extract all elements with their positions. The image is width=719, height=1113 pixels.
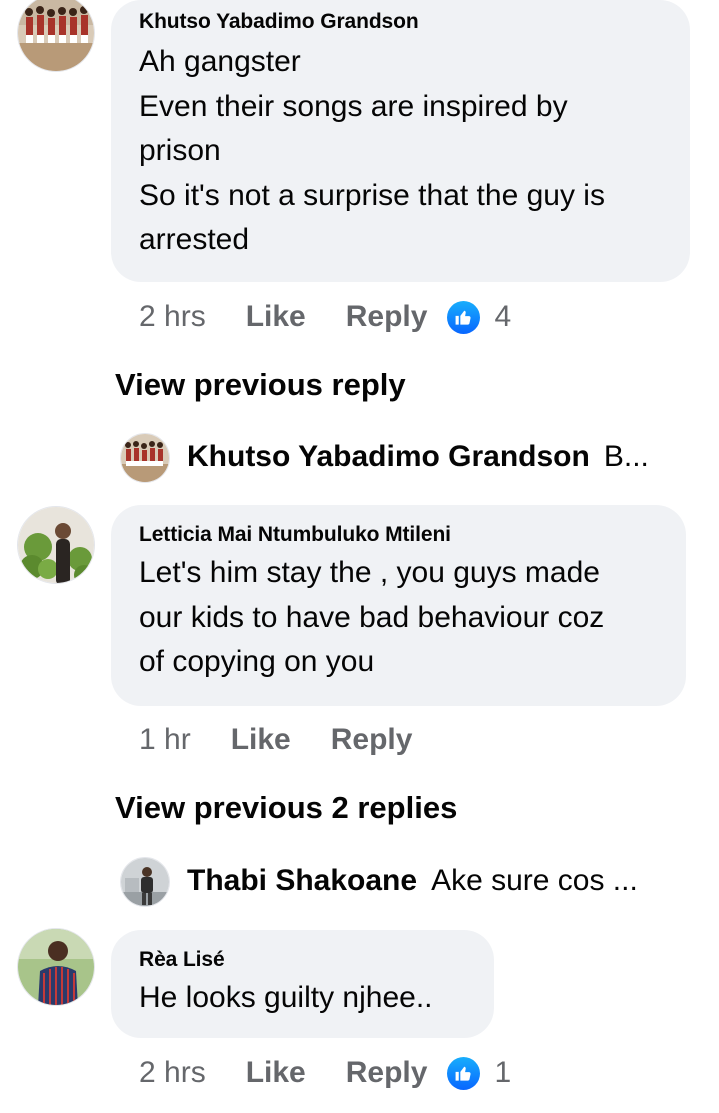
reply-button[interactable]: Reply <box>346 1056 428 1090</box>
comment-author[interactable]: Letticia Mai Ntumbuluko Mtileni <box>139 523 660 547</box>
comment-actions: 2 hrs Like Reply 4 <box>139 300 511 334</box>
reply-preview[interactable]: Khutso Yabadimo Grandson B... <box>120 440 679 474</box>
view-previous-replies[interactable]: View previous 2 replies <box>115 790 457 826</box>
comment-actions: 1 hr Like Reply <box>139 723 412 757</box>
like-button[interactable]: Like <box>246 1056 306 1090</box>
comment-time[interactable]: 2 hrs <box>139 1056 206 1090</box>
comment-line: prison <box>139 134 221 167</box>
like-button[interactable]: Like <box>231 723 291 757</box>
avatar[interactable] <box>17 928 95 1006</box>
comment-actions: 2 hrs Like Reply 1 <box>139 1056 511 1090</box>
comment-line: Let's him stay the , you guys made <box>139 556 600 589</box>
reaction-count[interactable]: 4 <box>494 300 511 334</box>
comment-author[interactable]: Khutso Yabadimo Grandson <box>139 10 664 34</box>
comment-bubble[interactable]: Khutso Yabadimo Grandson Ah gangster Eve… <box>111 0 690 282</box>
avatar[interactable] <box>17 506 95 584</box>
like-button[interactable]: Like <box>246 300 306 334</box>
reply-preview[interactable]: Thabi Shakoane Ake sure cos ... <box>120 864 679 898</box>
reply-author[interactable]: Khutso Yabadimo Grandson <box>187 440 590 474</box>
reply-button[interactable]: Reply <box>331 723 413 757</box>
comment-bubble[interactable]: Letticia Mai Ntumbuluko Mtileni Let's hi… <box>111 505 686 706</box>
comment-line: of copying on you <box>139 645 375 678</box>
comment-line: arrested <box>139 223 250 256</box>
like-icon[interactable] <box>447 300 481 334</box>
comment-author[interactable]: Rèa Lisé <box>139 948 468 972</box>
comment-time[interactable]: 1 hr <box>139 723 191 757</box>
comment-line: Even their songs are inspired by <box>139 89 568 123</box>
reaction-count[interactable]: 1 <box>494 1056 511 1090</box>
reply-author[interactable]: Thabi Shakoane <box>187 864 417 898</box>
avatar[interactable] <box>17 0 95 72</box>
reply-snippet: B... <box>603 440 649 473</box>
reply-button[interactable]: Reply <box>346 300 428 334</box>
comment-bubble[interactable]: Rèa Lisé He looks guilty njhee.. <box>111 930 494 1038</box>
like-icon[interactable] <box>447 1056 481 1090</box>
comment-line: He looks guilty njhee.. <box>139 981 433 1014</box>
comment-line: our kids to have bad behaviour coz <box>139 600 605 634</box>
reply-snippet: Ake sure cos ... <box>431 864 638 897</box>
comment-line: Ah gangster <box>139 45 301 78</box>
view-previous-replies[interactable]: View previous reply <box>115 367 406 403</box>
comment-line: So it's not a surprise that the guy is <box>139 178 605 212</box>
comment-time[interactable]: 2 hrs <box>139 300 206 334</box>
